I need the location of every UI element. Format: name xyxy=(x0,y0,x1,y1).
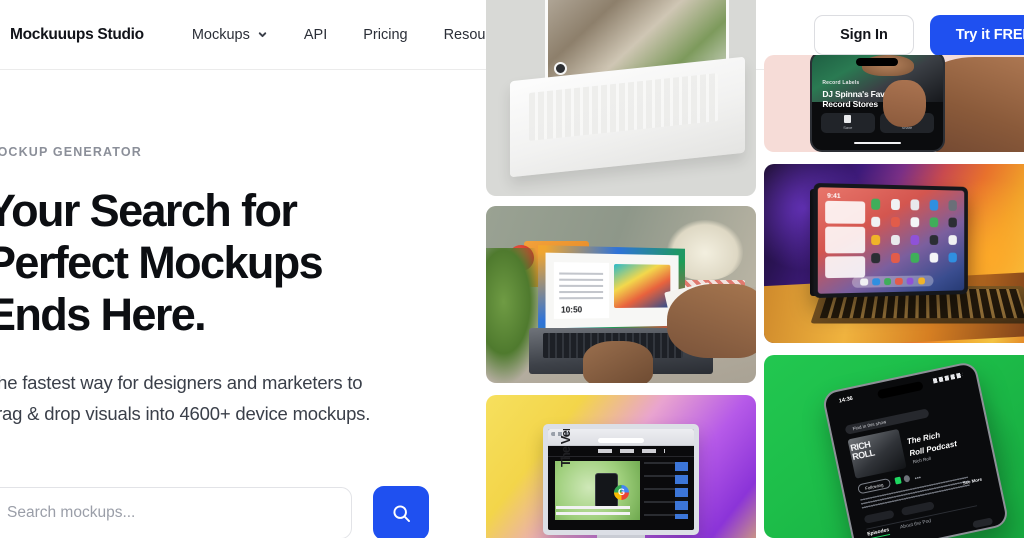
imac-site-name: The Verge xyxy=(557,428,573,468)
nav-item-mockups[interactable]: Mockups xyxy=(192,27,268,43)
white-laptop-image xyxy=(486,0,756,196)
ipad-status-time: 9:41 xyxy=(827,193,841,201)
desk-screen-time: 10:50 xyxy=(561,304,583,315)
mockup-card-iphone-podcast[interactable]: 14:36 Find in this show RICH ROLL The Ri… xyxy=(764,355,1024,538)
hero-section: MOCKUP GENERATOR Your Search for Perfect… xyxy=(0,145,386,429)
nav-item-label: API xyxy=(303,26,328,43)
podcast-tab-episodes: Episodes xyxy=(866,527,891,538)
iphone-podcast-image: 14:36 Find in this show RICH ROLL The Ri… xyxy=(764,355,1024,538)
mockup-card-white-laptop[interactable] xyxy=(486,0,756,196)
mockup-card-desk-macbook[interactable]: 10:50 xyxy=(486,206,756,383)
podcast-author: Rich Roll xyxy=(912,456,932,465)
podcast-follow-button: Following xyxy=(856,478,892,495)
desk-macbook-image: 10:50 xyxy=(486,206,756,383)
hero-title-line-3: Ends Here. xyxy=(0,289,207,340)
hero-title-line-2: Perfect Mockups xyxy=(0,237,324,288)
nav-item-label: Pricing xyxy=(363,26,408,43)
imac-verge-image: G The Verge xyxy=(486,395,756,538)
search-button[interactable] xyxy=(373,486,429,538)
hand-iphone-image: Record Labels DJ Spinna's Favorite Recor… xyxy=(764,55,1024,152)
phone-title-line-2: Record Stores xyxy=(822,98,878,109)
search-icon xyxy=(392,504,410,522)
hero-subtitle: The fastest way for designers and market… xyxy=(0,372,371,424)
mockup-card-imac-verge[interactable]: G The Verge xyxy=(486,395,756,538)
page-root: Mockuuups Studio Mockups API Pricing Res… xyxy=(0,0,1024,538)
mockup-gallery: 10:50 G The Verge Record Labels DJ Spinn… xyxy=(486,0,1024,538)
page-title: Your Search for Perfect Mockups Ends Her… xyxy=(0,185,386,341)
nav-item-label: Mockups xyxy=(191,26,250,43)
hero-title-line-1: Your Search for xyxy=(0,185,298,236)
search-row xyxy=(0,486,429,538)
nav-item-pricing[interactable]: Pricing xyxy=(363,27,407,43)
phone-eyebrow: Record Labels xyxy=(822,80,860,87)
primary-navigation: Mockups API Pricing Resources xyxy=(192,27,531,43)
search-input[interactable] xyxy=(0,487,352,538)
nav-item-api[interactable]: API xyxy=(304,27,327,43)
mockup-card-hand-iphone-pink[interactable]: Record Labels DJ Spinna's Favorite Recor… xyxy=(764,55,1024,152)
brand-logo[interactable]: Mockuuups Studio xyxy=(10,26,144,44)
mockup-card-ipad-keyboard[interactable]: 9:41 xyxy=(764,164,1024,343)
hero-eyebrow: MOCKUP GENERATOR xyxy=(0,145,142,159)
chevron-down-icon xyxy=(258,32,267,38)
podcast-status-time: 14:36 xyxy=(838,395,854,405)
ipad-keyboard-image: 9:41 xyxy=(764,164,1024,343)
phone-save-button: Save xyxy=(821,113,875,133)
